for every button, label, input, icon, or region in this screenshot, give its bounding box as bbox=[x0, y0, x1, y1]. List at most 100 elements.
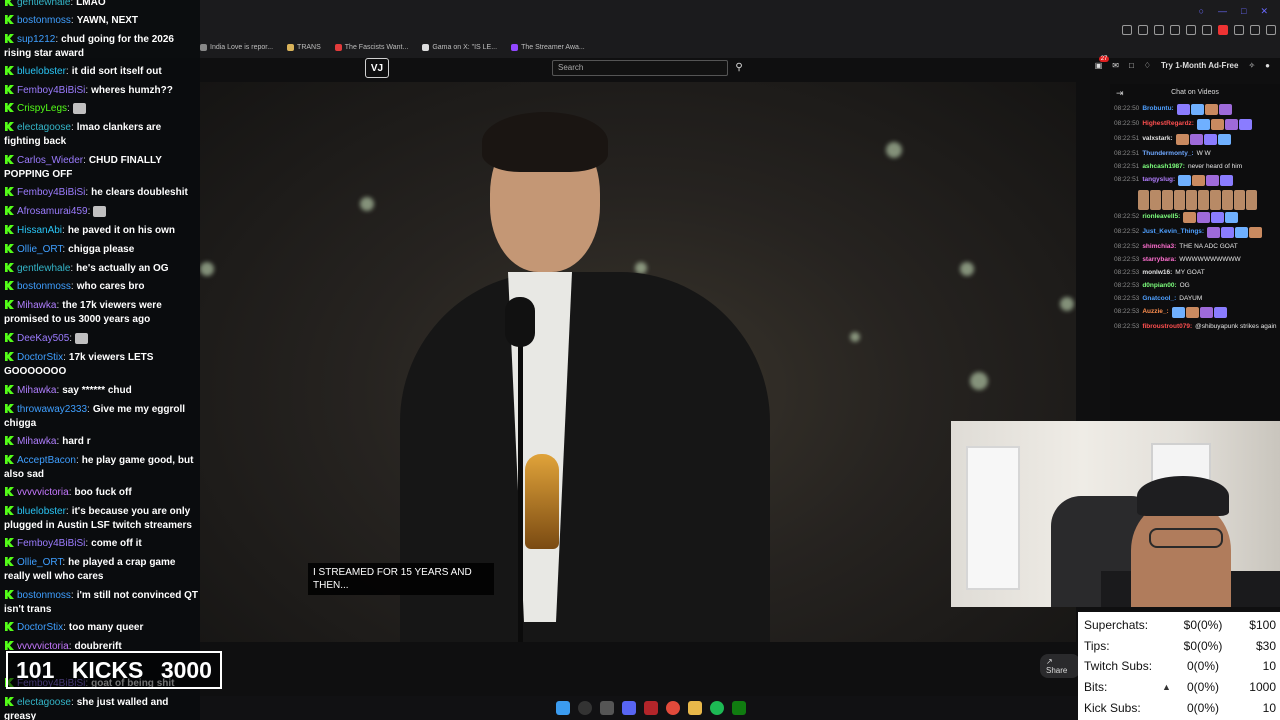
message-timestamp: 08:22:53 bbox=[1114, 323, 1140, 330]
extension-icon[interactable] bbox=[1234, 25, 1244, 35]
extension-icon[interactable] bbox=[1202, 25, 1212, 35]
bookmark-item[interactable]: The Fascists Want... bbox=[334, 40, 408, 54]
chat-username[interactable]: sup1212 bbox=[17, 34, 55, 45]
logo-icon[interactable]: ✧ bbox=[1248, 61, 1255, 70]
kick-badge-icon bbox=[5, 263, 14, 272]
chat-username[interactable]: fibroustrout079: bbox=[1142, 322, 1192, 331]
extension-icon[interactable] bbox=[1170, 25, 1180, 35]
chat-message: Ollie_ORT: he played a crap game really w… bbox=[4, 556, 198, 583]
collapse-icon[interactable]: ⇥ bbox=[1116, 84, 1124, 102]
streamer-glasses bbox=[1149, 528, 1223, 548]
chat-icon[interactable]: □ bbox=[1129, 61, 1134, 70]
discord-icon[interactable] bbox=[622, 701, 636, 715]
extension-icon[interactable] bbox=[1138, 25, 1148, 35]
chat-username[interactable]: electagoose bbox=[17, 122, 71, 133]
chat-username[interactable]: Just_Kevin_Things: bbox=[1142, 227, 1204, 238]
chat-username[interactable]: valxstark: bbox=[1142, 134, 1172, 145]
chat-username[interactable]: Afrosamurai459 bbox=[17, 206, 88, 217]
xbox-icon[interactable] bbox=[732, 701, 746, 715]
chat-username[interactable]: Carlos_Wieder bbox=[17, 155, 83, 166]
chat-username[interactable]: gentlewhale bbox=[17, 0, 70, 8]
chat-username[interactable]: HighestRegardz: bbox=[1142, 119, 1194, 130]
chat-username[interactable]: Mihawka bbox=[17, 436, 56, 447]
chat-username[interactable]: bostonmoss bbox=[17, 281, 71, 292]
chat-username[interactable]: tangyslug: bbox=[1142, 175, 1175, 186]
chat-username[interactable]: Mihawka bbox=[17, 300, 56, 311]
search-icon[interactable]: ⚲ bbox=[731, 60, 747, 76]
minimize-icon[interactable]: — bbox=[1218, 6, 1227, 17]
chat-username[interactable]: d0npian00: bbox=[1142, 281, 1176, 290]
ad-free-button[interactable]: Try 1-Month Ad-Free bbox=[1161, 61, 1238, 70]
chat-username[interactable]: starrybara: bbox=[1142, 255, 1176, 264]
chat-username[interactable]: shimchia3: bbox=[1142, 242, 1176, 251]
chat-username[interactable]: ashcash1987: bbox=[1142, 162, 1185, 171]
chat-separator: : bbox=[70, 263, 74, 274]
stat-value: 0(0%) bbox=[1186, 680, 1219, 694]
folder-icon[interactable] bbox=[688, 701, 702, 715]
extension-icon[interactable] bbox=[1154, 25, 1164, 35]
chat-username[interactable]: bostonmoss bbox=[17, 590, 71, 601]
extension-icon[interactable] bbox=[1250, 25, 1260, 35]
chat-username[interactable]: Gnatcool_: bbox=[1142, 294, 1176, 303]
chat-username[interactable]: Femboy4BiBiSi bbox=[17, 85, 85, 96]
task-view-icon[interactable] bbox=[600, 701, 614, 715]
chat-username[interactable]: Ollie_ORT bbox=[17, 557, 62, 568]
chat-username[interactable]: rionleavell5: bbox=[1142, 212, 1180, 223]
search-input[interactable]: Search bbox=[552, 60, 728, 76]
chat-username[interactable]: bostonmoss bbox=[17, 15, 71, 26]
extension-icon[interactable] bbox=[1186, 25, 1196, 35]
chat-username[interactable]: AcceptBacon bbox=[17, 455, 76, 466]
chat-username[interactable]: Auzzie_: bbox=[1142, 307, 1168, 318]
chat-username[interactable]: electagoose bbox=[17, 697, 71, 708]
chat-username[interactable]: Femboy4BiBiSi bbox=[17, 187, 85, 198]
record-icon[interactable] bbox=[644, 701, 658, 715]
share-button[interactable]: ↗ Share bbox=[1040, 654, 1080, 678]
chat-username[interactable]: throwaway2333 bbox=[17, 404, 87, 415]
emote-icon bbox=[1221, 227, 1235, 238]
windows-start-icon[interactable] bbox=[556, 701, 570, 715]
chat-message: AcceptBacon: he play game good, but also … bbox=[4, 454, 198, 481]
close-icon[interactable]: ✕ bbox=[1260, 6, 1268, 17]
chat-username[interactable]: Mihawka bbox=[17, 385, 56, 396]
site-logo[interactable]: VJ bbox=[365, 58, 389, 78]
video-player[interactable] bbox=[200, 82, 1076, 642]
bookmark-item[interactable]: The Streamer Awa... bbox=[511, 40, 585, 54]
search-icon[interactable]: ○ bbox=[1199, 6, 1204, 17]
mail-icon[interactable]: ✉ bbox=[1112, 61, 1119, 70]
chrome-icon[interactable] bbox=[666, 701, 680, 715]
video-chat-message: 08:22:51 Thundermonty_: W W bbox=[1110, 147, 1280, 160]
chat-username[interactable]: bluelobster bbox=[17, 506, 66, 517]
bookmark-item[interactable]: Gama on X: "IS LE... bbox=[422, 40, 497, 54]
chat-text: WWWWWWWWWW bbox=[1179, 256, 1241, 263]
extension-icon[interactable] bbox=[1218, 25, 1228, 35]
chat-username[interactable]: HissanAbi bbox=[17, 225, 62, 236]
search-icon[interactable] bbox=[578, 701, 592, 715]
video-chat-message: 08:22:51 ashcash1987: never heard of him bbox=[1110, 160, 1280, 173]
bookmark-item[interactable]: TRANS bbox=[287, 40, 321, 54]
chat-username[interactable]: Femboy4BiBiSi bbox=[17, 538, 85, 549]
chat-username[interactable]: gentlewhale bbox=[17, 263, 70, 274]
chat-username[interactable]: DeeKay505 bbox=[17, 333, 69, 344]
chat-username[interactable]: bluelobster bbox=[17, 66, 66, 77]
stat-label: Bits: bbox=[1084, 680, 1108, 694]
chat-username[interactable]: Ollie_ORT bbox=[17, 244, 62, 255]
bokeh-light bbox=[1060, 297, 1074, 311]
chat-text: it did sort itself out bbox=[71, 66, 162, 77]
bookmark-item[interactable]: India Love is repor... bbox=[200, 40, 273, 54]
extension-icon[interactable] bbox=[1122, 25, 1132, 35]
chat-username[interactable]: CrispyLegs bbox=[17, 103, 67, 114]
chat-username[interactable]: vvvvvictoria bbox=[17, 487, 69, 498]
chat-username[interactable]: Thundermonty_: bbox=[1142, 149, 1193, 158]
bell-icon[interactable]: ▣ 27 bbox=[1095, 56, 1110, 70]
chat-username[interactable]: monlw16: bbox=[1142, 268, 1172, 277]
bell-icon[interactable]: ♢ bbox=[1144, 61, 1151, 70]
stat-goal: 10 bbox=[1262, 701, 1276, 715]
chat-username[interactable]: DoctorStix bbox=[17, 352, 63, 363]
avatar[interactable]: ● bbox=[1265, 61, 1270, 70]
chat-username[interactable]: DoctorStix bbox=[17, 622, 63, 633]
extension-icon[interactable] bbox=[1266, 25, 1276, 35]
chat-message: DoctorStix: too many queer bbox=[4, 621, 198, 635]
maximize-icon[interactable]: □ bbox=[1241, 6, 1246, 17]
spotify-icon[interactable] bbox=[710, 701, 724, 715]
chat-username[interactable]: Brobuntu: bbox=[1142, 104, 1173, 115]
